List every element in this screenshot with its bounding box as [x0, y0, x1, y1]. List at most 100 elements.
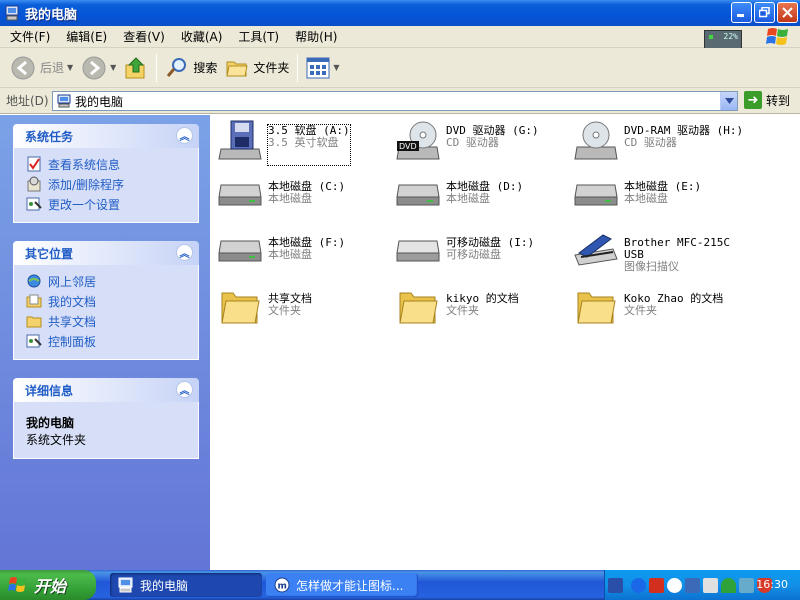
item-type: 本地磁盘 — [268, 248, 312, 261]
network-places-icon — [26, 273, 42, 289]
drive-i[interactable]: 可移动磁盘 (I:) 可移动磁盘 — [392, 231, 570, 277]
windows-logo-icon — [766, 28, 788, 45]
file-view[interactable]: 3.5 软盘 (A:) 3.5 英寸软盘 DVD DVD 驱动器 (G:) CD… — [210, 115, 800, 570]
start-label: 开始 — [34, 577, 67, 596]
menu-help[interactable]: 帮助(H) — [287, 28, 345, 45]
folder-icon — [399, 292, 438, 324]
task-change-setting[interactable]: 更改一个设置 — [26, 194, 188, 214]
address-label: 地址(D) — [6, 94, 49, 108]
forward-button[interactable]: ▼ — [77, 52, 120, 84]
other-places-header[interactable]: 其它位置 ︽ — [13, 241, 199, 265]
folder-kikyo-documents[interactable]: kikyo 的文档 文件夹 — [392, 287, 570, 333]
folders-icon — [226, 61, 248, 76]
drive-g[interactable]: DVD DVD 驱动器 (G:) CD 驱动器 — [392, 119, 570, 165]
add-remove-programs-icon — [26, 176, 42, 192]
drive-e[interactable]: 本地磁盘 (E:) 本地磁盘 — [570, 175, 748, 221]
details-type: 系统文件夹 — [26, 433, 87, 447]
go-arrow-icon: ➜ — [744, 91, 762, 109]
folders-button[interactable]: 文件夹 — [221, 52, 293, 84]
taskbar: 开始 我的电脑 m 怎样做才能让图标... 16:30 — [0, 570, 800, 600]
views-button[interactable]: ▼ — [302, 52, 343, 84]
collapse-chevron-icon[interactable]: ︽ — [176, 381, 193, 398]
taskbar-item-my-computer[interactable]: 我的电脑 — [110, 573, 262, 597]
go-label: 转到 — [766, 93, 791, 108]
item-type: 本地磁盘 — [268, 192, 312, 205]
system-tray: 16:30 — [604, 570, 800, 600]
computer-icon — [5, 5, 19, 21]
item-type: 文件夹 — [624, 304, 657, 317]
item-type: CD 驱动器 — [624, 136, 677, 149]
clock[interactable]: 16:30 — [756, 578, 788, 591]
details-header[interactable]: 详细信息 ︽ — [13, 378, 199, 402]
menu-edit[interactable]: 编辑(E) — [58, 28, 115, 45]
toolbar-separator — [297, 53, 299, 82]
place-network[interactable]: 网上邻居 — [26, 271, 188, 291]
task-label: 更改一个设置 — [48, 197, 121, 212]
drive-f[interactable]: 本地磁盘 (F:) 本地磁盘 — [214, 231, 392, 277]
dvd-ram-drive-icon — [574, 121, 618, 160]
settings-tray-icon[interactable] — [739, 577, 754, 593]
close-button[interactable] — [777, 2, 798, 23]
my-documents-icon — [26, 293, 42, 309]
drive-d[interactable]: 本地磁盘 (D:) 本地磁盘 — [392, 175, 570, 221]
folder-koko-documents[interactable]: Koko Zhao 的文档 文件夹 — [570, 287, 748, 333]
address-value: 我的电脑 — [75, 94, 124, 109]
views-dropdown-icon[interactable]: ▼ — [333, 63, 339, 72]
scanner-device[interactable]: Brother MFC-215C USB 图像扫描仪 — [570, 231, 748, 277]
taskbar-item-browser[interactable]: m 怎样做才能让图标... — [266, 573, 418, 597]
folder-shared-documents[interactable]: 共享文档 文件夹 — [214, 287, 392, 333]
menu-tools[interactable]: 工具(T) — [230, 28, 287, 45]
go-button[interactable]: ➜ 转到 — [744, 91, 790, 109]
system-info-icon — [26, 156, 42, 172]
network-icon[interactable] — [685, 577, 700, 593]
details-name: 我的电脑 — [26, 416, 75, 430]
forward-dropdown-icon[interactable]: ▼ — [110, 63, 116, 72]
forward-arrow-icon — [82, 56, 106, 79]
minimize-button[interactable] — [731, 2, 752, 23]
task-label: 添加/删除程序 — [48, 177, 125, 192]
place-label: 共享文档 — [48, 314, 97, 329]
start-button[interactable]: 开始 — [0, 570, 96, 600]
menu-file[interactable]: 文件(F) — [2, 28, 58, 45]
tray-arrow-icon[interactable] — [631, 577, 646, 593]
address-bar: 地址(D) 我的电脑 ➜ 转到 — [0, 88, 800, 114]
up-folder-icon — [125, 56, 145, 78]
task-label: 我的电脑 — [140, 578, 189, 593]
restore-button[interactable] — [754, 2, 775, 23]
task-add-remove-programs[interactable]: 添加/删除程序 — [26, 174, 188, 194]
up-folder-button[interactable] — [120, 52, 152, 84]
place-control-panel[interactable]: 控制面板 — [26, 331, 188, 351]
system-tasks-header[interactable]: 系统任务 ︽ — [13, 124, 199, 148]
system-tasks-panel: 系统任务 ︽ 查看系统信息 添加/删除程序 更改一个设置 — [13, 124, 199, 223]
dvd-drive-icon: DVD — [396, 121, 440, 160]
volume-icon[interactable] — [703, 577, 718, 593]
title-bar[interactable]: 我的电脑 — [0, 0, 800, 26]
toolbar: 后退 ▼ ▼ 搜索 文件夹 ▼ — [0, 48, 800, 88]
drive-h[interactable]: DVD-RAM 驱动器 (H:) CD 驱动器 — [570, 119, 748, 165]
menu-view[interactable]: 查看(V) — [115, 28, 173, 45]
back-dropdown-icon[interactable]: ▼ — [67, 63, 73, 72]
panel-title: 系统任务 — [25, 129, 74, 144]
download-icon[interactable] — [649, 577, 664, 593]
place-shared-documents[interactable]: 共享文档 — [26, 311, 188, 331]
drive-a[interactable]: 3.5 软盘 (A:) 3.5 英寸软盘 — [214, 119, 392, 166]
other-places-panel: 其它位置 ︽ 网上邻居 我的文档 共享文档 控制面板 — [13, 241, 199, 360]
collapse-chevron-icon[interactable]: ︽ — [176, 244, 193, 261]
task-pane: 系统任务 ︽ 查看系统信息 添加/删除程序 更改一个设置 其它位置 ︽ 网上邻居… — [0, 115, 210, 570]
item-type: 本地磁盘 — [446, 192, 490, 205]
floppy-drive-icon — [218, 120, 262, 160]
address-input[interactable]: 我的电脑 — [52, 91, 738, 111]
back-button[interactable]: 后退 ▼ — [6, 52, 77, 84]
umbrella-icon[interactable] — [721, 577, 736, 593]
drive-c[interactable]: 本地磁盘 (C:) 本地磁盘 — [214, 175, 392, 221]
task-label: 怎样做才能让图标... — [296, 578, 404, 593]
address-dropdown-button[interactable] — [720, 92, 737, 110]
menu-favorites[interactable]: 收藏(A) — [173, 28, 231, 45]
hard-disk-icon — [574, 184, 618, 206]
task-view-system-info[interactable]: 查看系统信息 — [26, 154, 188, 174]
keyboard-icon[interactable] — [608, 577, 623, 593]
place-my-documents[interactable]: 我的文档 — [26, 291, 188, 311]
collapse-chevron-icon[interactable]: ︽ — [176, 127, 193, 144]
search-button[interactable]: 搜索 — [161, 52, 221, 84]
browser-tray-icon[interactable] — [667, 577, 682, 593]
